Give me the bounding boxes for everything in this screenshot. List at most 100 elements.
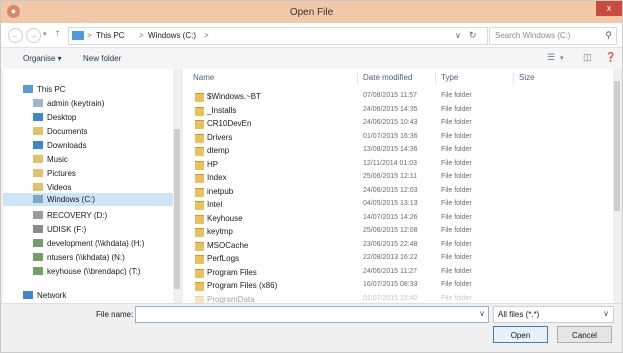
downloads-icon bbox=[33, 141, 43, 149]
breadcrumb-windows-c[interactable]: Windows (C:) bbox=[148, 31, 196, 40]
nav-item-this-pc[interactable]: This PC bbox=[23, 85, 65, 94]
nav-item-downloads[interactable]: Downloads bbox=[33, 141, 87, 150]
file-row[interactable]: Intel 04/05/2015 13:13 File folder bbox=[183, 199, 613, 212]
folder-icon bbox=[195, 133, 204, 143]
nav-item-documents[interactable]: Documents bbox=[33, 127, 87, 136]
file-row[interactable]: inetpub 24/06/2015 12:03 File folder bbox=[183, 186, 613, 199]
folder-icon bbox=[195, 106, 204, 116]
column-divider[interactable] bbox=[513, 72, 514, 84]
file-type: File folder bbox=[441, 213, 472, 221]
file-row[interactable]: Drivers 01/07/2015 16:36 File folder bbox=[183, 132, 613, 145]
file-row[interactable]: $Windows.~BT 07/08/2015 11:57 File folder bbox=[183, 91, 613, 104]
open-button[interactable]: Open bbox=[493, 326, 548, 343]
file-row[interactable]: PerfLogs 22/08/2013 16:22 File folder bbox=[183, 253, 613, 266]
refresh-icon[interactable]: ↻ bbox=[469, 30, 477, 41]
pc-location-icon bbox=[72, 31, 84, 40]
file-list-scrollbar[interactable] bbox=[613, 69, 621, 303]
up-arrow-icon[interactable]: ↑ bbox=[55, 28, 60, 39]
folder-icon bbox=[195, 214, 204, 224]
nav-item-keyhouse-t[interactable]: keyhouse (\\brendapc) (T:) bbox=[33, 267, 140, 276]
file-row[interactable]: MSOCache 23/06/2015 22:48 File folder bbox=[183, 240, 613, 253]
network-icon bbox=[23, 291, 33, 299]
search-icon[interactable]: ⚲ bbox=[605, 30, 612, 41]
file-row[interactable]: dtemp 13/08/2015 14:36 File folder bbox=[183, 145, 613, 158]
nav-pane-scroll-thumb[interactable] bbox=[174, 129, 180, 289]
title-bar: ● Open File x bbox=[1, 1, 622, 23]
file-type: File folder bbox=[441, 146, 472, 153]
file-date-modified: 14/07/2015 14:26 bbox=[363, 213, 418, 221]
file-type-filter[interactable]: All files (*.*) ∨ bbox=[493, 306, 614, 323]
search-box[interactable]: Search Windows (C:) ⚲ bbox=[489, 27, 617, 45]
breadcrumb-this-pc[interactable]: This PC bbox=[96, 31, 124, 40]
help-icon[interactable]: ❓ bbox=[605, 52, 616, 63]
recent-locations-icon[interactable]: ▾ bbox=[43, 30, 47, 38]
file-type: File folder bbox=[441, 240, 472, 248]
nav-item-desktop[interactable]: Desktop bbox=[33, 113, 76, 122]
view-options-icon[interactable]: ☰ bbox=[547, 52, 555, 63]
file-date-modified: 01/07/2015 16:36 bbox=[363, 132, 418, 140]
nav-item-windows-c-selected[interactable]: Windows (C:) bbox=[3, 193, 173, 206]
nav-item-music[interactable]: Music bbox=[33, 155, 68, 164]
nav-item-network[interactable]: Network bbox=[23, 291, 66, 300]
file-type: File folder bbox=[441, 173, 472, 180]
preview-pane-icon[interactable]: ◫ bbox=[583, 52, 592, 63]
nav-item-development-h[interactable]: development (\\khdata) (H:) bbox=[33, 239, 144, 248]
nav-item-recovery-d[interactable]: RECOVERY (D:) bbox=[33, 211, 107, 220]
file-row[interactable]: ProgramData 01/07/2015 15:40 File folder bbox=[183, 294, 613, 303]
file-row[interactable]: Index 25/06/2015 12:11 File folder bbox=[183, 172, 613, 185]
chevron-down-icon[interactable]: ∨ bbox=[455, 31, 461, 40]
computer-icon bbox=[23, 85, 33, 93]
folder-icon bbox=[195, 228, 204, 237]
file-type: File folder bbox=[441, 105, 472, 113]
new-folder-button[interactable]: New folder bbox=[83, 54, 121, 63]
usb-drive-icon bbox=[33, 225, 43, 233]
nav-item-admin[interactable]: admin (keytrain) bbox=[33, 99, 104, 108]
file-row[interactable]: HP 12/11/2014 01:03 File folder bbox=[183, 159, 613, 172]
nav-item-ntusers-n[interactable]: ntusers (\\khdata) (N:) bbox=[33, 253, 125, 262]
forward-icon[interactable]: → bbox=[26, 28, 41, 43]
column-divider[interactable] bbox=[435, 72, 436, 84]
file-name: inetpub bbox=[207, 186, 234, 196]
nav-item-pictures[interactable]: Pictures bbox=[33, 169, 76, 178]
folder-icon bbox=[195, 174, 204, 183]
column-divider[interactable] bbox=[357, 72, 358, 84]
nav-item-videos[interactable]: Videos bbox=[33, 183, 71, 192]
breadcrumb-separator[interactable]: > bbox=[204, 31, 209, 40]
address-row: ← → ▾ ↑ > This PC > Windows (C:) > ∨ ↻ S… bbox=[1, 23, 622, 48]
file-date-modified: 24/06/2015 14:35 bbox=[363, 105, 418, 113]
file-row[interactable]: Program Files (x86) 16/07/2015 08:33 File … bbox=[183, 280, 613, 293]
column-header-date[interactable]: Date modified bbox=[363, 73, 412, 82]
file-name: HP bbox=[207, 159, 219, 169]
file-name: Index bbox=[207, 173, 227, 182]
file-name: Intel bbox=[207, 200, 223, 209]
file-row[interactable]: _Installs 24/06/2015 14:35 File folder bbox=[183, 105, 613, 118]
chevron-down-icon[interactable]: ∨ bbox=[603, 309, 609, 318]
breadcrumb-separator[interactable]: > bbox=[139, 31, 144, 40]
file-list-scroll-thumb[interactable] bbox=[614, 81, 620, 211]
column-header-type[interactable]: Type bbox=[441, 73, 458, 82]
breadcrumb-separator[interactable]: > bbox=[87, 31, 92, 40]
file-name-input[interactable]: ∨ bbox=[135, 306, 489, 323]
drive-icon bbox=[33, 195, 43, 203]
file-row[interactable]: Program Files 24/06/2015 11:27 File folder bbox=[183, 267, 613, 280]
address-bar[interactable]: > This PC > Windows (C:) > ∨ ↻ bbox=[68, 27, 488, 45]
file-row[interactable]: Keyhouse 14/07/2015 14:26 File folder bbox=[183, 213, 613, 226]
file-row[interactable]: CR10DevEn 24/06/2015 10:43 File folder bbox=[183, 118, 613, 131]
folder-icon bbox=[195, 160, 204, 170]
chevron-down-icon[interactable]: ▾ bbox=[560, 54, 564, 62]
file-date-modified: 07/08/2015 11:57 bbox=[363, 92, 417, 99]
file-date-modified: 01/07/2015 15:40 bbox=[363, 294, 418, 302]
back-icon[interactable]: ← bbox=[8, 28, 23, 43]
network-drive-icon bbox=[33, 253, 43, 261]
file-row[interactable]: keytmp 25/06/2015 12:08 File folder bbox=[183, 226, 613, 239]
nav-item-udisk-f[interactable]: UDISK (F:) bbox=[33, 225, 86, 234]
nav-pane-scrollbar[interactable] bbox=[173, 69, 181, 303]
chevron-down-icon[interactable]: ∨ bbox=[479, 309, 485, 318]
file-date-modified: 24/06/2015 10:43 bbox=[363, 119, 418, 126]
file-date-modified: 22/08/2013 16:22 bbox=[363, 254, 418, 261]
column-header-name[interactable]: Name bbox=[193, 73, 214, 82]
cancel-button[interactable]: Cancel bbox=[557, 326, 612, 343]
organise-button[interactable]: Organise ▾ bbox=[23, 54, 62, 63]
close-button[interactable]: x bbox=[596, 1, 622, 16]
column-header-size[interactable]: Size bbox=[519, 73, 535, 82]
